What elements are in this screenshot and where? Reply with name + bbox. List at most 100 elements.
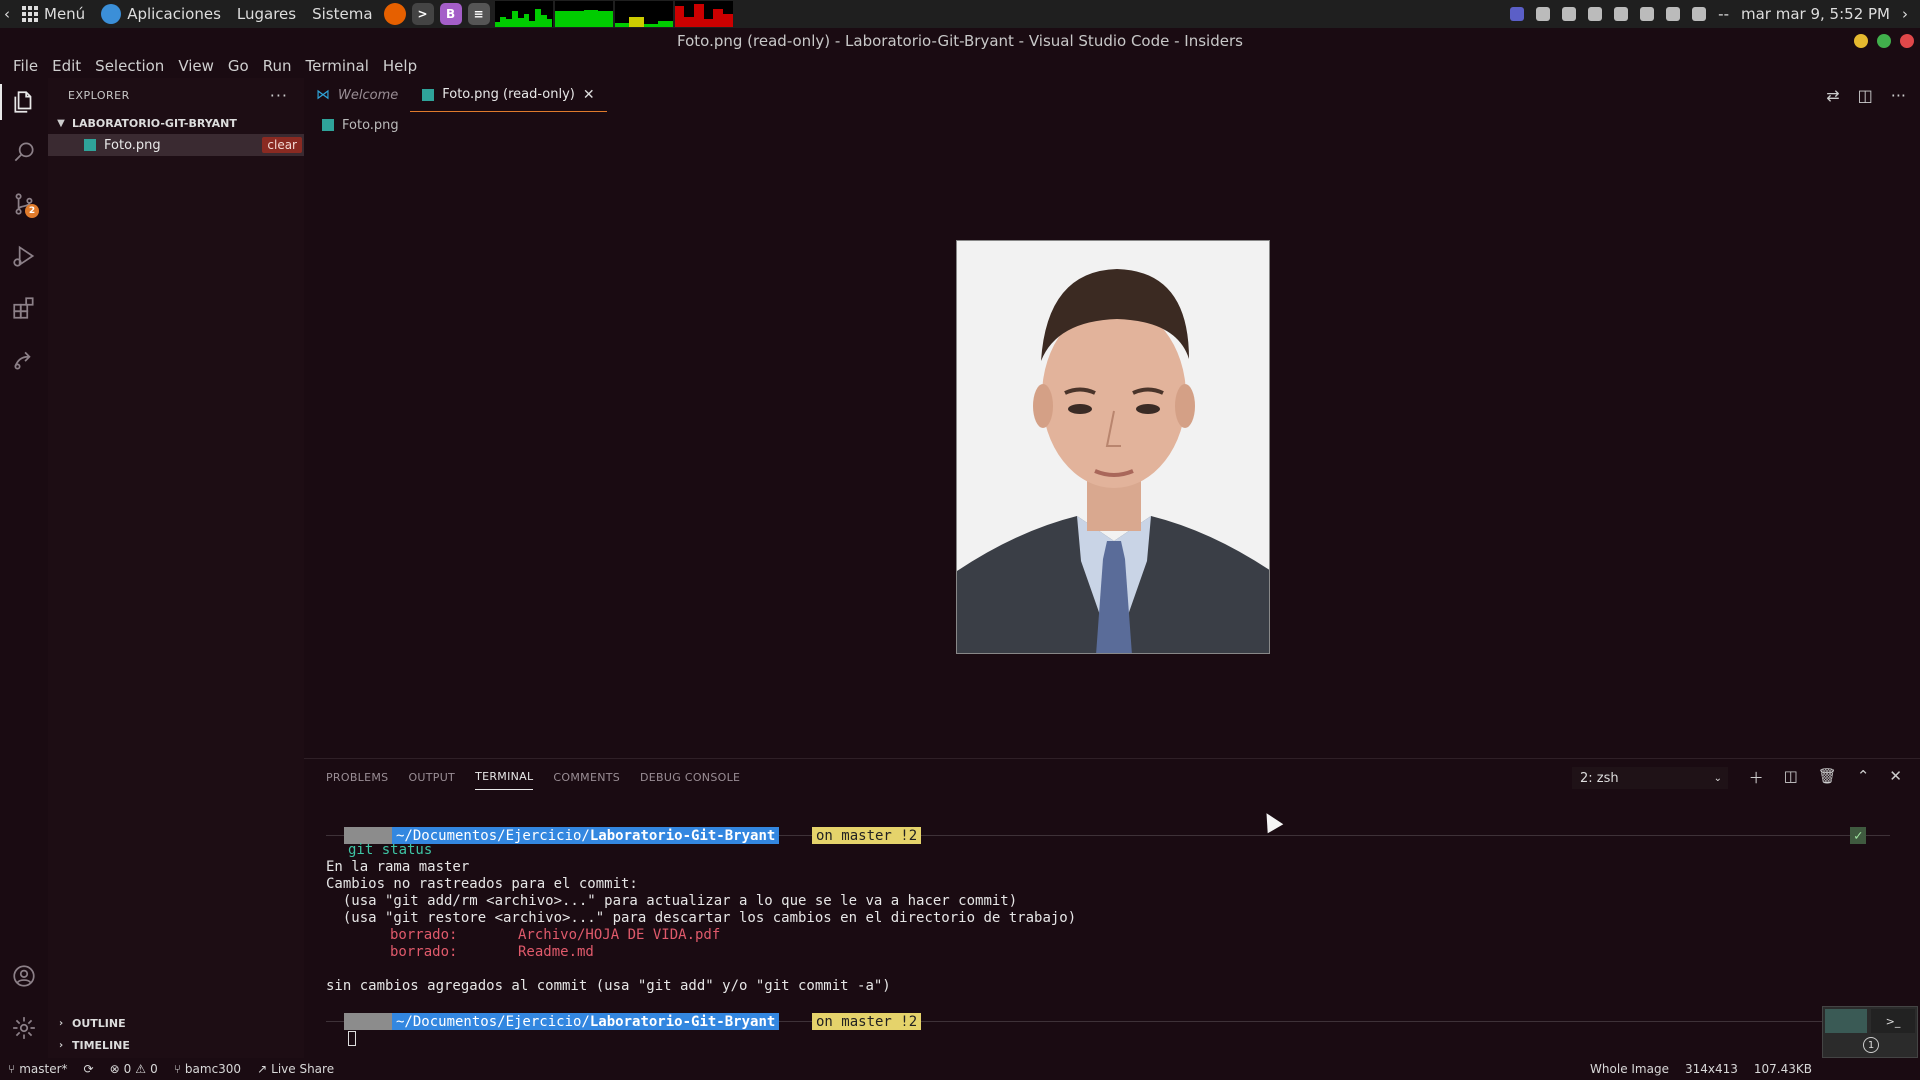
wifi-icon[interactable]: [1640, 7, 1655, 21]
vscode-icon: ⋈: [316, 87, 330, 103]
activity-bar: 2: [0, 78, 48, 1058]
portrait-photo: [957, 241, 1269, 653]
terminal-select[interactable]: 2: zsh ⌄: [1572, 767, 1728, 789]
workspace-folder[interactable]: ▼ LABORATORIO-GIT-BRYANT: [48, 112, 304, 134]
chevron-right-icon: ›: [58, 1017, 64, 1029]
error-count: 0: [123, 1062, 132, 1076]
system-panel: ‹ Menú Aplicaciones Lugares Sistema > B …: [0, 0, 1920, 28]
tab-debug-console[interactable]: DEBUG CONSOLE: [640, 765, 740, 790]
source-control-activity[interactable]: 2: [0, 180, 48, 228]
dimensions-status: 314x413: [1684, 1062, 1738, 1076]
split-terminal-icon[interactable]: ◫: [1784, 767, 1798, 788]
tab-comments[interactable]: COMMENTS: [553, 765, 620, 790]
tab-foto[interactable]: Foto.png (read-only) ✕: [410, 78, 607, 112]
menu-selection[interactable]: Selection: [88, 57, 171, 75]
terminal-cursor[interactable]: [348, 1031, 356, 1046]
workspace-switcher[interactable]: >_ 1: [1822, 1006, 1918, 1058]
image-file-icon: [422, 88, 435, 101]
prompt-path: ~/Documentos/Ejercicio/Laboratorio-Git-B…: [392, 1013, 780, 1030]
prompt-line: ~/Documentos/Ejercicio/Laboratorio-Git-B…: [326, 1013, 1890, 1030]
system-menu[interactable]: Sistema: [304, 0, 380, 28]
live-share-status[interactable]: ↗ Live Share: [249, 1062, 342, 1076]
menu-help[interactable]: Help: [376, 57, 424, 75]
panel-forward-arrow[interactable]: ›: [1902, 5, 1908, 23]
menu-terminal[interactable]: Terminal: [299, 57, 376, 75]
close-panel-icon[interactable]: ✕: [1889, 767, 1902, 788]
teams-icon[interactable]: [1510, 7, 1525, 21]
terminal-summary: sin cambios agregados al commit (usa "gi…: [326, 978, 891, 994]
clock[interactable]: mar mar 9, 5:52 PM: [1741, 5, 1890, 23]
tab-output[interactable]: OUTPUT: [408, 765, 455, 790]
explorer-activity[interactable]: [0, 78, 48, 126]
menu-file[interactable]: File: [6, 57, 45, 75]
explorer-header: EXPLORER ···: [48, 78, 304, 112]
terminal-output-line: (usa "git restore <archivo>..." para des…: [326, 910, 1077, 926]
status-bar: ⑂ master* ⟳ ⊗ 0 ⚠ 0 ⑂ bamc300 ↗ Live Share…: [0, 1058, 1920, 1080]
firefox-icon[interactable]: [383, 3, 406, 25]
menu-view[interactable]: View: [171, 57, 221, 75]
tab-terminal[interactable]: TERMINAL: [475, 764, 534, 790]
outline-section[interactable]: › OUTLINE: [48, 1012, 304, 1034]
menu-run[interactable]: Run: [256, 57, 299, 75]
prompt-line: ~/Documentos/Ejercicio/Laboratorio-Git-B…: [326, 827, 1890, 844]
extensions-activity[interactable]: [0, 284, 48, 332]
grid-icon: [22, 6, 38, 22]
command-text: git status: [348, 842, 433, 858]
explorer-sidebar: EXPLORER ··· ▼ LABORATORIO-GIT-BRYANT Fo…: [48, 78, 304, 1058]
vscode-window-thumb[interactable]: [1825, 1009, 1867, 1033]
close-window-button[interactable]: [1900, 34, 1914, 48]
volume-icon[interactable]: [1614, 7, 1629, 21]
battery-icon[interactable]: [1666, 7, 1681, 21]
applications-menu[interactable]: Aplicaciones: [93, 0, 229, 28]
files-icon: [14, 91, 32, 113]
more-actions-icon[interactable]: ···: [1891, 86, 1906, 105]
prompt-ok-mark: ✓: [1850, 827, 1867, 844]
notes-icon[interactable]: ≡: [467, 3, 490, 25]
file-label: Foto.png: [104, 137, 161, 153]
close-icon[interactable]: ✕: [583, 87, 595, 103]
minimize-button[interactable]: [1854, 34, 1868, 48]
warning-count: 0: [150, 1062, 158, 1076]
more-actions-icon[interactable]: ···: [270, 86, 288, 105]
split-editor-icon[interactable]: ◫: [1858, 86, 1873, 105]
maximize-button[interactable]: [1877, 34, 1891, 48]
tab-welcome[interactable]: ⋈ Welcome: [304, 78, 410, 112]
sync-icon: ⟳: [83, 1062, 94, 1076]
zoom-status[interactable]: Whole Image: [1582, 1062, 1677, 1076]
prompt-path-prefix: ~/Documentos/Ejercicio/: [396, 1013, 590, 1030]
panel-back-arrow[interactable]: ‹: [0, 0, 14, 28]
microphone-icon[interactable]: [1588, 7, 1603, 21]
timeline-section[interactable]: › TIMELINE: [48, 1034, 304, 1056]
terminal-output-line: (usa "git add/rm <archivo>..." para actu…: [326, 893, 1018, 909]
menu-go[interactable]: Go: [221, 57, 256, 75]
file-item-foto[interactable]: Foto.png clear: [48, 134, 304, 156]
bluetooth-icon[interactable]: [1536, 7, 1551, 21]
notifications-icon[interactable]: [1692, 7, 1707, 21]
user-status[interactable]: ⑂ bamc300: [166, 1062, 249, 1076]
sync-status[interactable]: ⟳: [76, 1062, 102, 1076]
cpu-monitor: [494, 1, 553, 27]
manage-activity[interactable]: [0, 1004, 48, 1052]
search-activity[interactable]: [0, 128, 48, 176]
new-terminal-icon[interactable]: ＋: [1749, 767, 1764, 788]
run-debug-activity[interactable]: [0, 232, 48, 280]
menu-edit[interactable]: Edit: [45, 57, 88, 75]
branch-status[interactable]: ⑂ master*: [0, 1062, 76, 1076]
menu-button[interactable]: Menú: [14, 0, 93, 28]
prompt-path-bold: Laboratorio-Git-Bryant: [589, 1013, 776, 1030]
terminal-window-thumb[interactable]: >_: [1871, 1009, 1915, 1033]
breadcrumb-file[interactable]: Foto.png: [342, 118, 399, 133]
places-menu[interactable]: Lugares: [229, 0, 304, 28]
live-share-activity[interactable]: [0, 336, 48, 384]
image-preview[interactable]: [956, 240, 1270, 654]
accounts-activity[interactable]: [0, 952, 48, 1000]
terminal-launcher-icon[interactable]: >: [411, 3, 434, 25]
problems-status[interactable]: ⊗ 0 ⚠ 0: [102, 1062, 166, 1076]
tab-problems[interactable]: PROBLEMS: [326, 765, 388, 790]
git-branch-icon: ⑂: [8, 1062, 16, 1076]
trash-icon[interactable]: 🗑: [1818, 767, 1837, 788]
text-editor-icon[interactable]: B: [439, 3, 462, 25]
maximize-panel-icon[interactable]: ⌃: [1857, 767, 1870, 788]
keyboard-icon[interactable]: [1562, 7, 1577, 21]
open-changes-icon[interactable]: ⇄: [1826, 86, 1839, 105]
